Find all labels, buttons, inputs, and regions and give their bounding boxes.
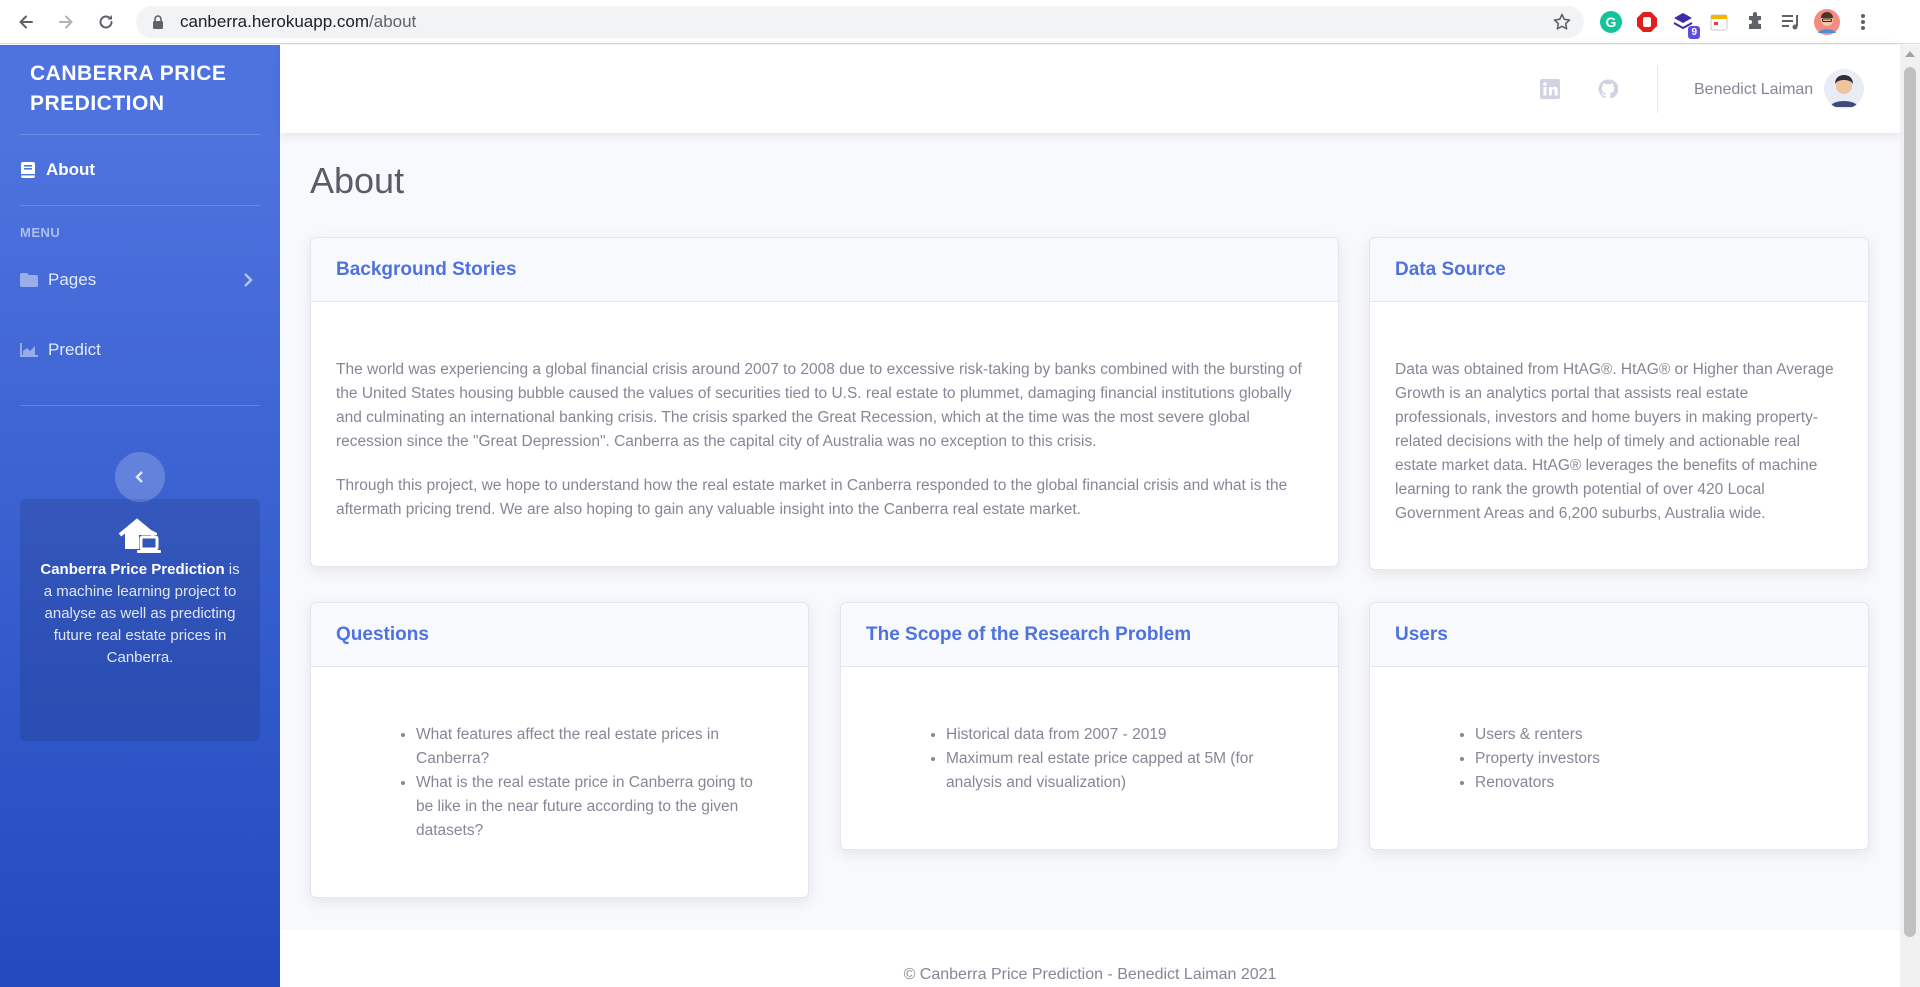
extension-badge: 9 (1688, 26, 1700, 39)
browser-toolbar: canberra.herokuapp.com/about G 9 (0, 0, 1920, 44)
forward-button[interactable] (52, 8, 80, 36)
sidebar-info-card: Canberra Price Prediction is a machine l… (20, 499, 260, 741)
extensions-button[interactable] (1742, 9, 1768, 35)
sidebar-item-pages[interactable]: Pages (20, 263, 260, 297)
sidebar-item-label: About (46, 160, 96, 179)
users-list: Users & renters Property investors Renov… (1395, 723, 1843, 795)
sidebar-item-label: Predict (48, 340, 101, 359)
questions-card: Questions What features affect the real … (310, 602, 809, 898)
sidebar-divider (20, 205, 260, 206)
list-item: What features affect the real estate pri… (416, 723, 753, 771)
sidebar-item-predict[interactable]: Predict (20, 333, 260, 367)
brand-line-1: CANBERRA PRICE (30, 62, 227, 85)
footer-text: © Canberra Price Prediction - Benedict L… (903, 966, 1277, 983)
linkedin-icon[interactable] (1540, 79, 1560, 99)
reload-icon (99, 14, 113, 28)
puzzle-icon (1749, 12, 1761, 29)
sidebar-divider (20, 405, 260, 406)
calendar-icon (1710, 14, 1728, 31)
background-stories-card: Background Stories The world was experie… (310, 237, 1339, 567)
grammarly-icon: G (1600, 11, 1622, 33)
url-path: /about (369, 12, 417, 31)
sidebar-toggle-button[interactable] (115, 452, 165, 502)
arrow-left-icon (19, 15, 33, 28)
sidebar-heading: MENU (20, 225, 61, 240)
scrollbar-thumb[interactable] (1904, 67, 1916, 937)
card-title: Users (1370, 603, 1868, 667)
card-body: Data was obtained from HtAG®. HtAG® or H… (1370, 302, 1868, 526)
profile-avatar-icon (1814, 9, 1840, 35)
topbar: Benedict Laiman (280, 45, 1900, 133)
page-scrollbar[interactable] (1900, 45, 1920, 987)
card-body: The world was experiencing a global fina… (311, 302, 1338, 522)
sidebar-card-text: Canberra Price Prediction is a machine l… (40, 559, 240, 669)
profile-button[interactable] (1814, 9, 1840, 35)
card-title: Background Stories (311, 238, 1338, 302)
list-item: Historical data from 2007 - 2019 (946, 723, 1298, 747)
calendar-extension[interactable] (1706, 9, 1732, 35)
sidebar-card-title: Canberra Price Prediction (40, 561, 225, 578)
topbar-divider (1657, 65, 1658, 113)
card-body: What features affect the real estate pri… (311, 667, 808, 843)
more-vertical-icon (1861, 14, 1865, 30)
users-card: Users Users & renters Property investors… (1369, 602, 1869, 850)
brand-line-2: PREDICTION (30, 92, 165, 115)
sidebar-item-label: Pages (48, 270, 97, 289)
card-title: Data Source (1370, 238, 1868, 302)
card-body: Users & renters Property investors Renov… (1370, 667, 1868, 795)
list-item: Renovators (1475, 771, 1843, 795)
bookmark-star-icon[interactable] (1552, 12, 1572, 32)
stop-hand-icon (1637, 12, 1657, 32)
github-icon[interactable] (1598, 79, 1618, 99)
avatar[interactable] (1824, 69, 1864, 109)
adblock-extension[interactable] (1634, 9, 1660, 35)
grammarly-extension[interactable]: G (1598, 9, 1624, 35)
page-title: About (310, 160, 405, 201)
arrow-right-icon (59, 15, 73, 28)
folder-icon (20, 272, 38, 288)
data-source-card: Data Source Data was obtained from HtAG®… (1369, 237, 1869, 570)
list-item: Users & renters (1475, 723, 1843, 747)
sidebar-item-about[interactable]: About (20, 153, 260, 187)
url-host: canberra.herokuapp.com (180, 12, 370, 31)
extensions-area: G 9 (1598, 8, 1876, 39)
reload-button[interactable] (92, 8, 120, 36)
paragraph: Data was obtained from HtAG®. HtAG® or H… (1395, 361, 1834, 522)
scope-list: Historical data from 2007 - 2019 Maximum… (866, 723, 1298, 795)
questions-list: What features affect the real estate pri… (336, 723, 753, 843)
svg-text:G: G (1606, 14, 1617, 30)
scope-card: The Scope of the Research Problem Histor… (840, 602, 1339, 850)
lock-icon (153, 15, 163, 29)
card-title: The Scope of the Research Problem (841, 603, 1338, 667)
sidebar-divider (20, 134, 260, 135)
user-name[interactable]: Benedict Laiman (1694, 81, 1813, 99)
scroll-up-arrow-icon[interactable] (1905, 51, 1915, 57)
book-icon (20, 162, 36, 178)
back-button[interactable] (12, 8, 40, 36)
card-body: Historical data from 2007 - 2019 Maximum… (841, 667, 1338, 795)
paragraph: Through this project, we hope to underst… (336, 477, 1288, 518)
sidebar: CANBERRA PRICE PREDICTION About MENU Pag… (0, 45, 280, 987)
paragraph: The world was experiencing a global fina… (336, 361, 1302, 450)
chevron-left-icon (135, 471, 143, 483)
sidebar-brand[interactable]: CANBERRA PRICE PREDICTION (30, 59, 260, 119)
address-bar[interactable]: canberra.herokuapp.com/about (136, 6, 1584, 38)
playlist-icon (1782, 15, 1798, 30)
list-item: Maximum real estate price capped at 5M (… (946, 747, 1298, 795)
chevron-right-icon (244, 273, 253, 287)
list-item: What is the real estate price in Canberr… (416, 771, 753, 843)
media-button[interactable] (1778, 9, 1804, 35)
card-title: Questions (311, 603, 808, 667)
footer: © Canberra Price Prediction - Benedict L… (280, 930, 1900, 987)
list-item: Property investors (1475, 747, 1843, 771)
browser-menu-button[interactable] (1850, 9, 1876, 35)
house-laptop-icon (118, 518, 161, 553)
area-chart-icon (20, 342, 38, 358)
stack-extension[interactable]: 9 (1670, 9, 1700, 39)
